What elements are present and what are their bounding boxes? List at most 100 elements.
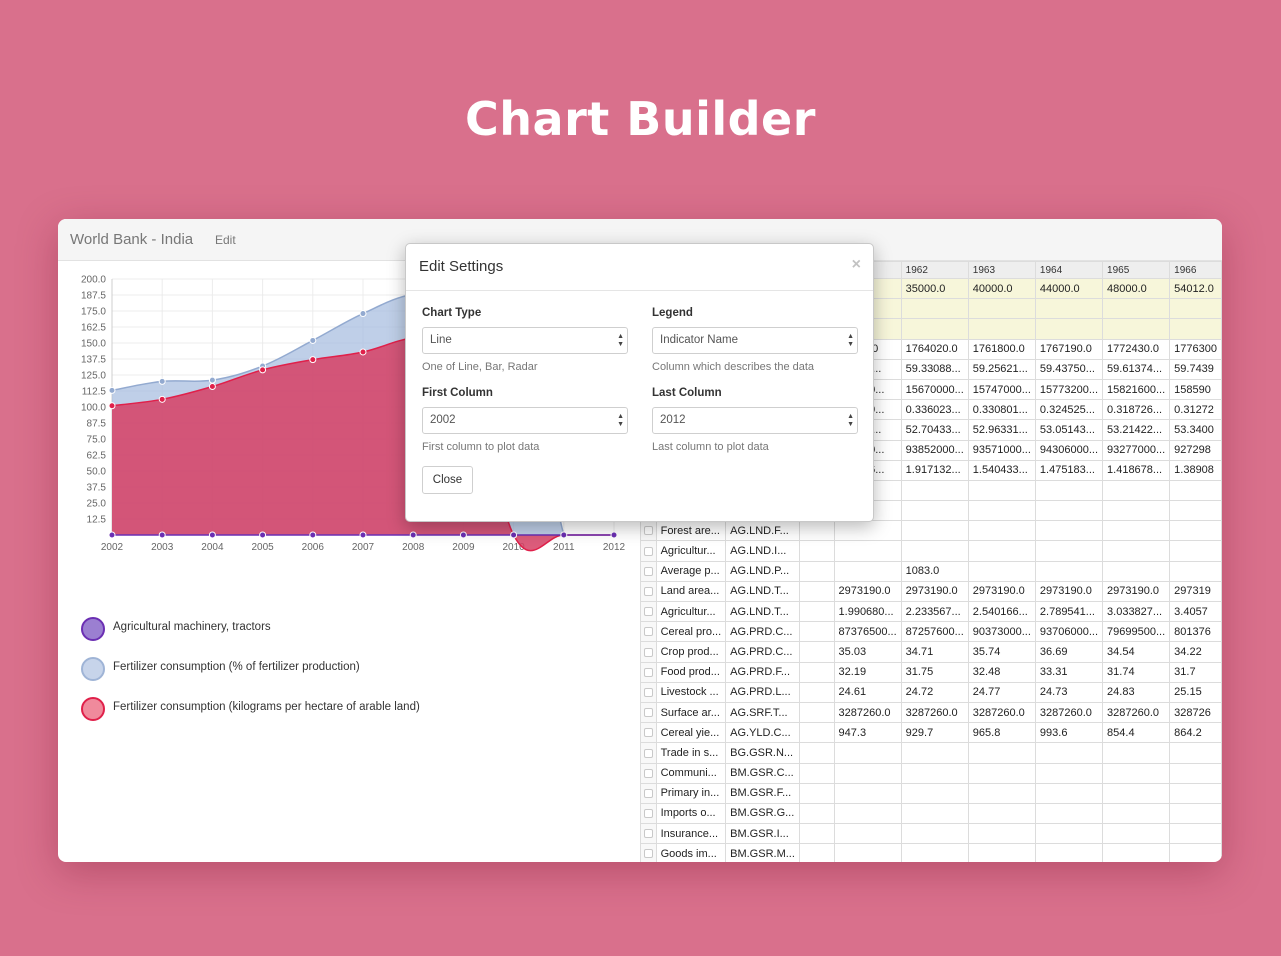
table-row[interactable]: Primary in... BM.GSR.F... xyxy=(640,782,1222,804)
data-point xyxy=(259,531,267,539)
table-row[interactable]: Agricultur... AG.LND.T... 1.990680... 2.233… xyxy=(640,600,1222,623)
y-tick-label: 50.0 xyxy=(87,467,107,478)
row-checkbox[interactable] xyxy=(643,607,653,617)
table-cell xyxy=(1169,540,1222,562)
row-checkbox-cell[interactable] xyxy=(640,802,657,825)
window-title: World Bank - India xyxy=(70,231,194,248)
table-cell xyxy=(798,621,835,643)
table-row[interactable]: Imports o... BM.GSR.G... xyxy=(640,802,1222,825)
legend-item-fertilizer-kg[interactable]: Fertilizer consumption (kilograms per he… xyxy=(81,697,501,737)
table-cell: 24.61 xyxy=(833,681,902,703)
first-column-select[interactable]: 2002 ▲ ▼ xyxy=(422,407,628,434)
row-checkbox[interactable] xyxy=(643,809,653,819)
legend-item-fertilizer-pct[interactable]: Fertilizer consumption (% of fertilizer … xyxy=(81,657,501,697)
data-point xyxy=(459,531,467,539)
chart-type-select[interactable]: Line ▲ ▼ xyxy=(422,327,628,354)
row-checkbox[interactable] xyxy=(643,748,653,758)
table-cell xyxy=(833,520,902,542)
table-row[interactable]: Cereal pro... AG.PRD.C... 87376500... 87257… xyxy=(640,621,1222,643)
column-header[interactable]: 1966 xyxy=(1169,261,1222,279)
chart-type-value: Line xyxy=(430,334,452,346)
table-cell xyxy=(900,298,969,320)
table-cell xyxy=(833,802,902,825)
column-header[interactable]: 1962 xyxy=(900,261,969,279)
row-checkbox[interactable] xyxy=(643,708,653,718)
row-checkbox-cell[interactable] xyxy=(640,580,657,603)
legend-item-tractors[interactable]: Agricultural machinery, tractors xyxy=(81,617,501,657)
data-point xyxy=(158,377,166,385)
table-row[interactable]: Trade in s... BG.GSR.N... xyxy=(640,742,1222,764)
table-row[interactable]: Goods im... BM.GSR.M... xyxy=(640,843,1222,862)
close-icon[interactable]: × xyxy=(852,256,861,274)
table-row[interactable]: Crop prod... AG.PRD.C... 35.03 34.71 35.74 36… xyxy=(640,641,1222,663)
table-cell: 33.31 xyxy=(1034,661,1104,683)
table-cell: 947.3 xyxy=(833,722,902,744)
row-checkbox-cell[interactable] xyxy=(640,722,657,744)
table-row[interactable]: Surface ar... AG.SRF.T... 3287260.0 3287260… xyxy=(640,701,1222,724)
table-row[interactable]: Livestock ... AG.PRD.L... 24.61 24.72 24.77 2… xyxy=(640,681,1222,703)
table-cell: 24.72 xyxy=(900,681,969,703)
row-checkbox[interactable] xyxy=(643,788,653,798)
row-checkbox-cell[interactable] xyxy=(640,823,657,845)
row-checkbox-cell[interactable] xyxy=(640,520,657,542)
row-checkbox-cell[interactable] xyxy=(640,641,657,663)
column-header[interactable]: 1964 xyxy=(1034,261,1104,279)
row-checkbox[interactable] xyxy=(643,566,653,576)
table-row[interactable]: Agricultur... AG.LND.I... xyxy=(640,540,1222,562)
row-checkbox[interactable] xyxy=(643,627,653,637)
x-tick-label: 2002 xyxy=(101,542,124,553)
row-checkbox-cell[interactable] xyxy=(640,742,657,764)
table-row[interactable]: Average p... AG.LND.P... 1083.0 xyxy=(640,560,1222,582)
row-checkbox-cell[interactable] xyxy=(640,560,657,582)
table-row[interactable]: Insurance... BM.GSR.I... xyxy=(640,823,1222,845)
table-row[interactable]: Communi... BM.GSR.C... xyxy=(640,762,1222,784)
last-column-select[interactable]: 2012 ▲ ▼ xyxy=(652,407,858,434)
row-checkbox-cell[interactable] xyxy=(640,782,657,804)
table-cell xyxy=(900,762,969,784)
row-checkbox-cell[interactable] xyxy=(640,600,657,623)
modal-title: Edit Settings xyxy=(419,258,504,275)
y-tick-label: 100.0 xyxy=(81,403,106,414)
row-checkbox-cell[interactable] xyxy=(640,843,657,862)
close-button[interactable]: Close xyxy=(422,466,473,494)
row-checkbox[interactable] xyxy=(643,829,653,839)
row-checkbox[interactable] xyxy=(643,526,653,536)
row-checkbox[interactable] xyxy=(643,587,653,596)
row-checkbox[interactable] xyxy=(643,546,653,556)
table-cell xyxy=(1169,560,1222,582)
table-cell: 36.69 xyxy=(1034,641,1104,663)
row-checkbox[interactable] xyxy=(643,768,653,778)
column-header[interactable]: 1963 xyxy=(967,261,1036,279)
row-checkbox-cell[interactable] xyxy=(640,681,657,703)
legend-select[interactable]: Indicator Name ▲ ▼ xyxy=(652,327,858,354)
edit-link[interactable]: Edit xyxy=(215,233,236,247)
table-cell xyxy=(1034,802,1104,825)
row-checkbox[interactable] xyxy=(643,647,653,657)
row-checkbox-cell[interactable] xyxy=(640,701,657,724)
row-checkbox-cell[interactable] xyxy=(640,621,657,643)
row-checkbox[interactable] xyxy=(643,667,653,677)
table-cell: 3287260.0 xyxy=(1034,701,1104,724)
table-row[interactable]: Food prod... AG.PRD.F... 32.19 31.75 32.48 33… xyxy=(640,661,1222,683)
table-row[interactable]: Land area... AG.LND.T... 2973190.0 2973190.… xyxy=(640,580,1222,603)
table-cell: 1083.0 xyxy=(900,560,969,582)
table-row[interactable]: Cereal yie... AG.YLD.C... 947.3 929.7 965.8 9… xyxy=(640,722,1222,744)
y-tick-label: 187.5 xyxy=(81,291,106,302)
table-cell: 34.71 xyxy=(900,641,969,663)
row-checkbox-cell[interactable] xyxy=(640,540,657,562)
table-cell: Agricultur... xyxy=(655,600,727,623)
row-checkbox[interactable] xyxy=(643,728,653,738)
row-checkbox[interactable] xyxy=(643,849,653,859)
table-cell xyxy=(798,681,835,703)
table-cell xyxy=(1102,782,1171,804)
table-cell: 1.418678... xyxy=(1102,459,1171,481)
table-cell xyxy=(798,843,835,862)
table-row[interactable]: Forest are... AG.LND.F... xyxy=(640,520,1222,542)
row-checkbox-cell[interactable] xyxy=(640,661,657,683)
table-cell xyxy=(967,843,1036,862)
table-cell xyxy=(967,298,1036,320)
row-checkbox[interactable] xyxy=(643,687,653,697)
table-cell xyxy=(1034,742,1104,764)
column-header[interactable]: 1965 xyxy=(1102,261,1171,279)
row-checkbox-cell[interactable] xyxy=(640,762,657,784)
